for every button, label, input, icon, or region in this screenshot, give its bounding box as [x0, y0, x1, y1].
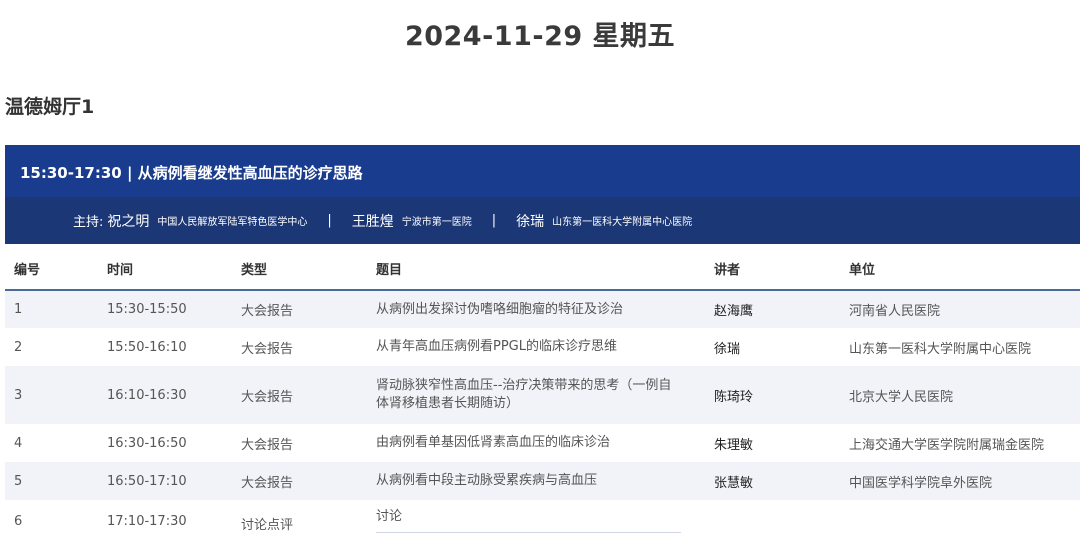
cell-no: 5 — [5, 462, 98, 500]
chair-name: 王胜煌 — [351, 213, 394, 230]
cell-unit: 上海交通大学医学院附属瑞金医院 — [849, 437, 1045, 453]
cell-topic: 由病例看单基因低肾素高血压的临床诊治 — [376, 435, 611, 450]
cell-no: 2 — [14, 339, 23, 355]
cell-speaker — [705, 500, 840, 542]
cell-topic: 从病例看中段主动脉受累疾病与高血压 — [367, 462, 705, 500]
table-row: 2 15:50-16:10 大会报告 从青年高血压病例看PPGL的临床诊疗思维 … — [5, 328, 1080, 366]
cell-time: 15:30-15:50 — [98, 290, 232, 328]
table-row: 5 16:50-17:10 大会报告 从病例看中段主动脉受累疾病与高血压 张慧敏… — [5, 462, 1080, 500]
cell-time: 16:10-16:30 — [98, 366, 232, 424]
chair-bar: 主持: 祝之明 中国人民解放军陆军特色医学中心 | 王胜煌 宁波市第一医院 | … — [5, 197, 1080, 244]
col-header-unit: 单位 — [840, 248, 1080, 291]
cell-topic: 讨论 — [367, 500, 705, 542]
chair-name: 徐瑞 — [516, 213, 545, 230]
cell-speaker: 陈琦玲 — [705, 366, 840, 424]
cell-topic-text: 讨论 — [376, 508, 681, 533]
col-header-type: 类型 — [232, 248, 367, 291]
schedule-table: 编号 时间 类型 题目 讲者 单位 1 15:30-15:50 大会报告 从病例… — [5, 248, 1080, 542]
table-header-row: 编号 时间 类型 题目 讲者 单位 — [5, 248, 1080, 291]
col-header-no: 编号 — [5, 248, 98, 291]
cell-topic: 从病例出发探讨伪嗜咯细胞瘤的特征及诊治 — [367, 290, 705, 328]
table-row: 6 17:10-17:30 讨论点评 讨论 — [5, 500, 1080, 542]
session-header: 15:30-17:30 | 从病例看继发性高血压的诊疗思路 — [5, 145, 1080, 197]
col-header-speaker: 讲者 — [705, 248, 840, 291]
chair-org: 山东第一医科大学附属中心医院 — [552, 217, 693, 228]
table-row: 3 16:10-16:30 大会报告 肾动脉狭窄性高血压--治疗决策带来的思考（… — [5, 366, 1080, 424]
chair-label: 主持: — [73, 215, 104, 230]
table-row: 1 15:30-15:50 大会报告 从病例出发探讨伪嗜咯细胞瘤的特征及诊治 赵… — [5, 290, 1080, 328]
cell-no: 6 — [14, 514, 23, 529]
cell-type: 讨论点评 — [241, 518, 294, 533]
cell-type: 大会报告 — [241, 341, 294, 357]
cell-no: 4 — [14, 435, 23, 451]
cell-unit: 山东第一医科大学附属中心医院 — [849, 341, 1032, 357]
cell-no: 3 — [5, 366, 98, 424]
cell-type: 大会报告 — [241, 437, 294, 453]
cell-type: 大会报告 — [232, 462, 367, 500]
hall-title: 温德姆厅1 — [5, 96, 95, 118]
chair-org: 中国人民解放军陆军特色医学中心 — [157, 217, 308, 228]
cell-unit: 中国医学科学院阜外医院 — [840, 462, 1080, 500]
chair-name: 祝之明 — [107, 213, 150, 230]
chair-org: 宁波市第一医院 — [401, 217, 472, 228]
cell-speaker: 赵海鹰 — [705, 290, 840, 328]
chair-separator: | — [327, 213, 332, 228]
cell-unit: 北京大学人民医院 — [840, 366, 1080, 424]
cell-type: 大会报告 — [232, 366, 367, 424]
cell-unit — [840, 500, 1080, 542]
cell-speaker: 徐瑞 — [714, 341, 741, 357]
cell-type: 大会报告 — [232, 290, 367, 328]
cell-speaker: 张慧敏 — [705, 462, 840, 500]
col-header-topic: 题目 — [367, 248, 705, 291]
cell-topic: 从青年高血压病例看PPGL的临床诊疗思维 — [376, 339, 617, 354]
cell-unit: 河南省人民医院 — [840, 290, 1080, 328]
cell-time: 15:50-16:10 — [107, 339, 187, 355]
cell-time: 16:30-16:50 — [107, 435, 187, 451]
page-date-title: 2024-11-29 星期五 — [404, 21, 676, 52]
cell-no: 1 — [5, 290, 98, 328]
cell-speaker: 朱理敏 — [714, 437, 754, 453]
table-row: 4 16:30-16:50 大会报告 由病例看单基因低肾素高血压的临床诊治 朱理… — [5, 424, 1080, 462]
cell-topic: 肾动脉狭窄性高血压--治疗决策带来的思考（一例自体肾移植患者长期随访） — [367, 366, 705, 424]
chair-separator: | — [491, 213, 497, 228]
col-header-time: 时间 — [98, 248, 232, 291]
cell-time: 17:10-17:30 — [107, 514, 187, 529]
cell-time: 16:50-17:10 — [98, 462, 232, 500]
